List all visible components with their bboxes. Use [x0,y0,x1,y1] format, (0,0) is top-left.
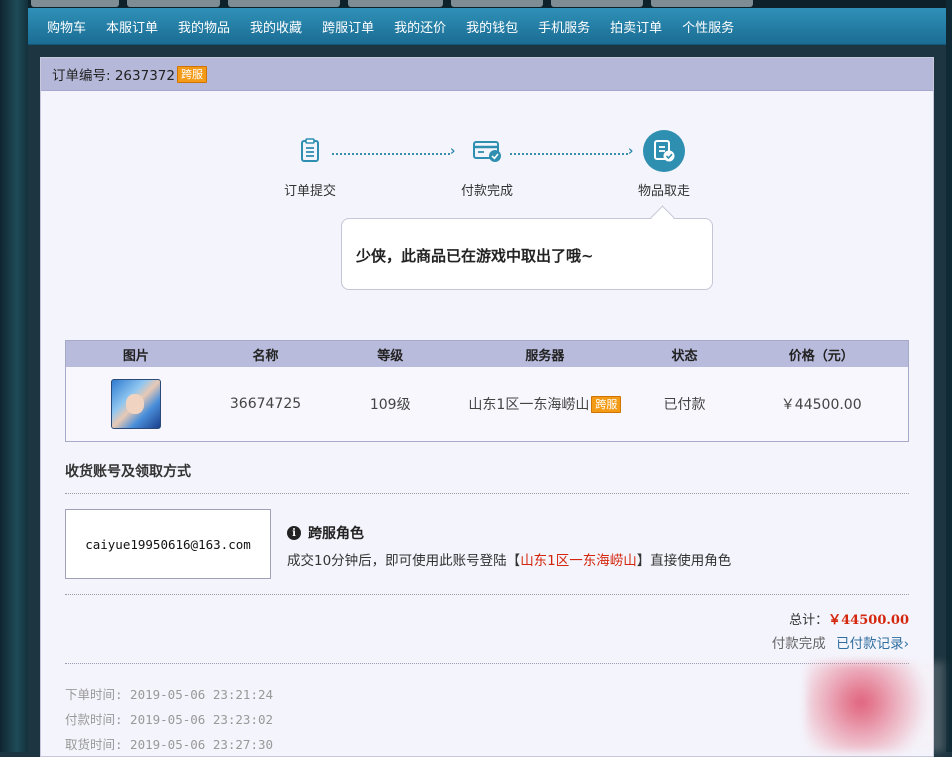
item-status: 已付款 [663,397,706,413]
step-label: 物品取走 [637,184,690,199]
nav-my-counteroffers[interactable]: 我的还价 [384,17,456,36]
top-tab-strip [28,0,946,8]
left-frame-border [0,0,28,752]
cross-server-tag: 跨服 [591,395,622,413]
step-connector [332,153,450,155]
retrieve-time: 取货时间: 2019-05-06 23:27:30 [65,737,274,752]
divider [65,493,909,494]
nav-auction-orders[interactable]: 拍卖订单 [600,17,672,36]
order-header: 订单编号: 2637372 跨服 [41,58,933,91]
step-label: 付款完成 [460,184,513,199]
delivery-method-desc: 成交10分钟后，即可使用此账号登陆【山东1区一东海崂山】直接使用角色 [287,549,731,569]
divider [65,594,909,595]
account-value: caiyue19950616@163.com [85,536,251,552]
blurred-thumbnail [806,662,944,752]
cross-server-tag: 跨服 [176,65,207,83]
step-item-retrieved: 物品取走 [614,130,714,199]
top-tab-stub[interactable] [651,0,753,7]
document-check-icon [643,130,685,172]
payment-status: 付款完成 [771,636,826,652]
table-row: 36674725 109级 山东1区一东海崂山 跨服 已付款 ￥44500.00 [66,367,908,441]
table-header: 图片 名称 等级 服务器 状态 价格（元） [66,341,908,367]
step-connector [510,153,628,155]
payment-status-row: 付款完成 已付款记录› [772,632,909,652]
item-server: 山东1区一东海崂山 [468,397,590,413]
total-value: ￥44500.00 [828,613,909,628]
payment-records-link[interactable]: 已付款记录› [836,636,909,652]
order-time: 下单时间: 2019-05-06 23:21:24 [65,687,274,702]
column-header: 等级 [377,348,404,364]
order-detail-panel: 订单编号: 2637372 跨服 订单提交 › 付款完成 › 物品取走 少侠，此… [40,57,934,757]
account-box: caiyue19950616@163.com [65,509,271,579]
desc-prefix: 成交10分钟后，即可使用此账号登陆【 [287,553,521,569]
delivery-method-label: 跨服角色 [308,526,364,542]
account-nav-bar: 购物车 本服订单 我的物品 我的收藏 跨服订单 我的还价 我的钱包 手机服务 拍… [28,8,946,45]
nav-my-items[interactable]: 我的物品 [168,17,240,36]
step-payment-done: 付款完成 [437,130,537,199]
order-total: 总计：￥44500.00 [789,609,909,628]
nav-favorites[interactable]: 我的收藏 [240,17,312,36]
column-header: 状态 [671,348,698,364]
top-tab-stub[interactable] [451,0,543,7]
nav-cross-orders[interactable]: 跨服订单 [312,17,384,36]
column-header: 价格（元） [788,348,854,364]
delivery-section-title: 收货账号及领取方式 [65,464,191,480]
desc-suffix: 】直接使用角色 [636,553,732,569]
item-name: 36674725 [229,396,302,412]
delivery-method-title: i 跨服角色 [287,523,364,543]
clipboard-icon [289,130,331,172]
total-label: 总计： [789,613,829,628]
nav-mobile-service[interactable]: 手机服务 [528,17,600,36]
character-avatar[interactable] [110,379,161,429]
top-tab-stub[interactable] [348,0,443,7]
column-header: 名称 [252,348,279,364]
column-header: 图片 [122,348,149,364]
item-level: 109级 [369,397,411,413]
nav-cart[interactable]: 购物车 [37,17,96,36]
status-message-bubble: 少侠，此商品已在游戏中取出了哦~ [341,218,713,290]
right-frame-border [946,0,952,752]
pay-time: 付款时间: 2019-05-06 23:23:02 [65,712,274,727]
item-table: 图片 名称 等级 服务器 状态 价格（元） 36674725 109级 山东1区… [65,340,909,442]
desc-server: 山东1区一东海崂山 [520,553,637,569]
info-icon: i [287,526,301,540]
column-header: 服务器 [525,348,565,364]
order-number: 订单编号: 2637372 [52,68,175,84]
order-times: 下单时间: 2019-05-06 23:21:24 付款时间: 2019-05-… [65,682,273,757]
top-tab-stub[interactable] [31,0,119,7]
step-order-submit: 订单提交 [260,130,360,199]
item-price: ￥44500.00 [780,397,862,413]
nav-server-orders[interactable]: 本服订单 [96,17,168,36]
step-label: 订单提交 [283,184,336,199]
status-message: 少侠，此商品已在游戏中取出了哦~ [356,247,594,265]
top-tab-stub[interactable] [551,0,643,7]
credit-card-check-icon [466,130,508,172]
nav-wallet[interactable]: 我的钱包 [456,17,528,36]
nav-custom-service[interactable]: 个性服务 [672,17,744,36]
item-image-cell [66,367,206,441]
divider [65,663,909,664]
top-tab-stub[interactable] [127,0,220,7]
top-tab-stub[interactable] [228,0,340,7]
item-server-cell: 山东1区一东海崂山 跨服 [455,367,635,441]
